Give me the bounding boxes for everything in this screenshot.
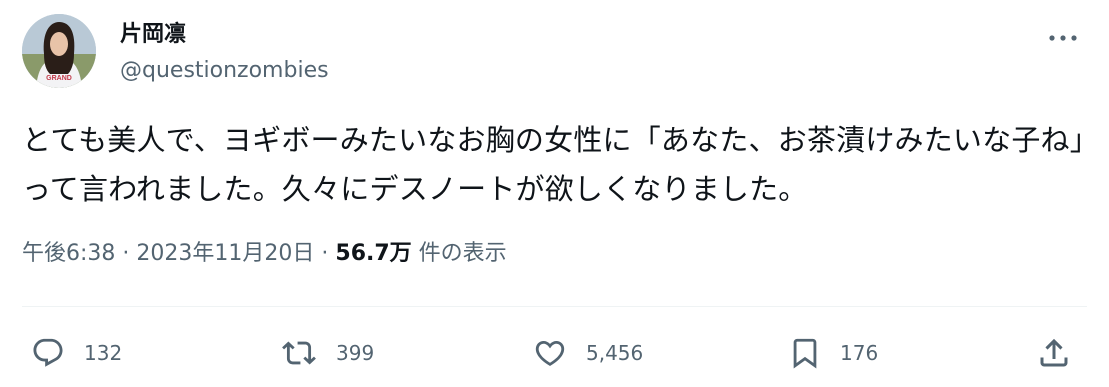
- tweet-time[interactable]: 午後6:38: [22, 241, 115, 266]
- share-button[interactable]: [1036, 332, 1072, 374]
- tweet-text: とても美人で、ヨギボーみたいなお胸の女性に「あなた、お茶漬けみたいな子ね」って言…: [22, 123, 1085, 206]
- heart-icon: [535, 340, 565, 366]
- tweet-date[interactable]: 2023年11月20日: [136, 241, 314, 266]
- svg-text:GRAND: GRAND: [46, 75, 72, 82]
- more-dots-icon: [1049, 35, 1077, 41]
- reply-button[interactable]: 132: [30, 332, 122, 374]
- bookmark-button[interactable]: 176: [788, 332, 878, 374]
- bookmark-icon: [793, 338, 817, 369]
- bookmark-count: 176: [840, 341, 879, 365]
- like-count: 5,456: [586, 341, 644, 365]
- views-count: 56.7万: [335, 241, 412, 266]
- meta-separator: ·: [122, 241, 130, 266]
- retweet-icon: [282, 341, 316, 365]
- action-bar: 132 399 5,456 176: [30, 332, 1087, 374]
- avatar-image: GRAND: [22, 14, 96, 88]
- divider: [22, 306, 1087, 307]
- retweet-count: 399: [336, 341, 375, 365]
- more-options-button[interactable]: [1045, 26, 1081, 50]
- user-handle[interactable]: @questionzombies: [120, 54, 329, 88]
- views-label: 件の表示: [418, 241, 507, 266]
- reply-count: 132: [84, 341, 123, 365]
- meta-separator: ·: [321, 241, 329, 266]
- avatar[interactable]: GRAND: [22, 14, 96, 88]
- tweet-header: GRAND 片岡凛 @questionzombies: [22, 14, 1087, 94]
- share-icon: [1040, 338, 1068, 367]
- like-button[interactable]: 5,456: [532, 332, 643, 374]
- tweet-meta: 午後6:38 · 2023年11月20日 · 56.7万 件の表示: [22, 236, 507, 272]
- reply-icon: [33, 338, 63, 367]
- display-name[interactable]: 片岡凛: [120, 18, 329, 52]
- retweet-button[interactable]: 399: [280, 332, 374, 374]
